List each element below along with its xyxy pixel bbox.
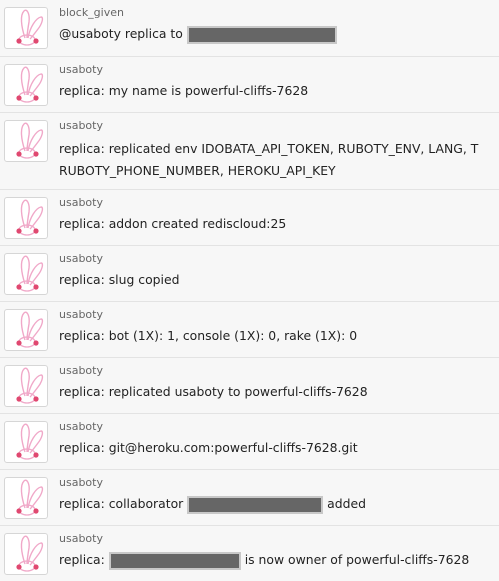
avatar[interactable] [4, 421, 48, 463]
message-text: @usaboty replica to [59, 23, 337, 45]
bunny-icon [16, 122, 44, 159]
bunny-icon [16, 311, 44, 348]
message-line: replica: replicated env IDOBATA_API_TOKE… [59, 141, 479, 156]
redacted-block [187, 495, 324, 514]
message-text: replica: is now owner of powerful-cliffs… [59, 549, 469, 571]
message-item: block_given @usaboty replica to [0, 0, 499, 57]
message-item: usaboty replica: replicated usaboty to p… [0, 358, 499, 414]
bunny-icon [16, 255, 44, 292]
message-text: replica: replicated env IDOBATA_API_TOKE… [59, 138, 478, 182]
message-text-prefix: replica: collaborator [59, 496, 184, 511]
message-line: RUBOTY_PHONE_NUMBER, HEROKU_API_KEY [59, 163, 336, 178]
message-text: replica: my name is powerful-cliffs-7628 [59, 83, 309, 98]
message-item: usaboty replica: slug copied [0, 246, 499, 302]
avatar[interactable] [4, 533, 48, 575]
avatar[interactable] [4, 477, 48, 519]
message-text: replica: git@heroku.com:powerful-cliffs-… [59, 440, 358, 455]
message-sender: usaboty [59, 532, 103, 545]
message-text: replica: replicated usaboty to powerful-… [59, 384, 368, 399]
message-sender: usaboty [59, 308, 103, 321]
bunny-icon [16, 66, 44, 103]
avatar[interactable] [4, 64, 48, 106]
message-item: usaboty replica: bot (1X): 1, console (1… [0, 302, 499, 358]
avatar[interactable] [4, 7, 48, 49]
bunny-icon [16, 423, 44, 460]
message-sender: usaboty [59, 476, 103, 489]
message-sender: block_given [59, 6, 124, 19]
message-item: usaboty replica: my name is powerful-cli… [0, 57, 499, 113]
message-feed: block_given @usaboty replica to usaboty … [0, 0, 499, 581]
message-item: usaboty replica: git@heroku.com:powerful… [0, 414, 499, 470]
message-text: replica: bot (1X): 1, console (1X): 0, r… [59, 328, 358, 343]
message-sender: usaboty [59, 196, 103, 209]
message-text: replica: addon created rediscloud:25 [59, 216, 287, 231]
message-item: usaboty replica: is now owner of powerfu… [0, 526, 499, 581]
avatar[interactable] [4, 309, 48, 351]
avatar[interactable] [4, 365, 48, 407]
message-item: usaboty replica: replicated env IDOBATA_… [0, 113, 499, 190]
message-item: usaboty replica: collaborator added [0, 470, 499, 526]
bunny-icon [16, 535, 44, 572]
message-sender: usaboty [59, 63, 103, 76]
redacted-block [108, 551, 241, 570]
message-sender: usaboty [59, 119, 103, 132]
avatar[interactable] [4, 197, 48, 239]
message-text-prefix: replica: [59, 552, 105, 567]
avatar[interactable] [4, 253, 48, 295]
message-text-content: @usaboty replica to [59, 26, 183, 41]
message-sender: usaboty [59, 252, 103, 265]
bunny-icon [16, 199, 44, 236]
bunny-icon [16, 479, 44, 516]
message-item: usaboty replica: addon created redisclou… [0, 190, 499, 246]
bunny-icon [16, 367, 44, 404]
message-text-suffix: added [327, 496, 366, 511]
avatar[interactable] [4, 120, 48, 162]
message-text: replica: collaborator added [59, 493, 366, 515]
message-sender: usaboty [59, 364, 103, 377]
message-text-suffix: is now owner of powerful-cliffs-7628 [244, 552, 470, 567]
redacted-block [186, 25, 337, 44]
message-text: replica: slug copied [59, 272, 180, 287]
message-sender: usaboty [59, 420, 103, 433]
bunny-icon [16, 9, 44, 46]
